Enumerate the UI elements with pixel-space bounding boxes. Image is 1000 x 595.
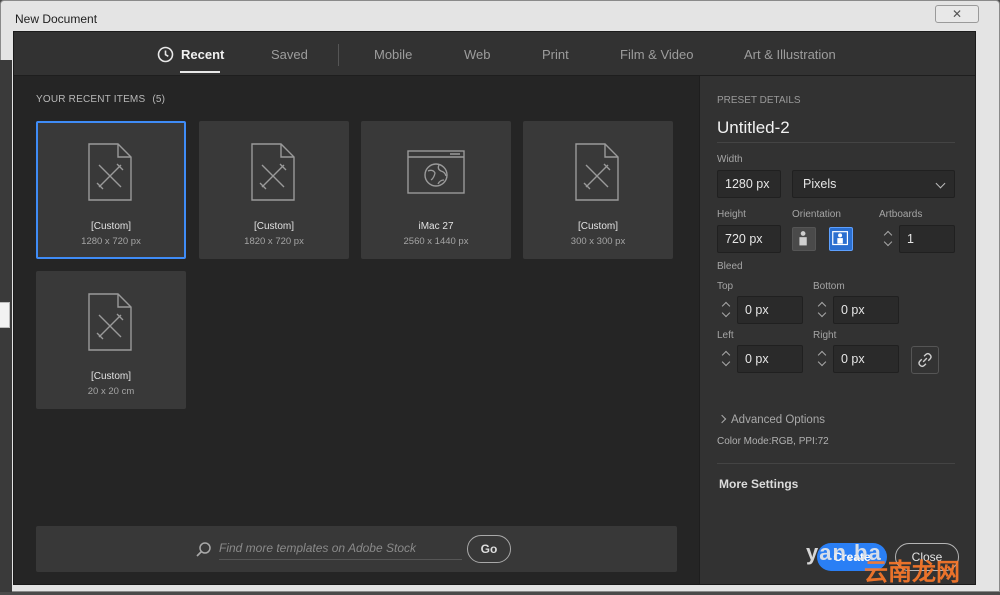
recent-item-name: [Custom]: [577, 221, 618, 232]
document-icon: [88, 293, 132, 351]
unit-select[interactable]: Pixels: [792, 170, 955, 198]
web-icon: [407, 150, 465, 194]
recent-item-size: 2560 x 1440 px: [403, 236, 469, 247]
recent-item[interactable]: [Custom] 1820 x 720 px: [199, 121, 349, 259]
bleed-left-label: Left: [717, 330, 734, 341]
bleed-bottom-stepper[interactable]: [815, 296, 831, 324]
recent-item[interactable]: [Custom] 1280 x 720 px: [36, 121, 186, 259]
recent-item[interactable]: [Custom] 300 x 300 px: [523, 121, 673, 259]
recent-item-size: 1280 x 720 px: [81, 236, 141, 247]
clock-icon: [157, 46, 174, 63]
recent-item-size: 1820 x 720 px: [244, 236, 304, 247]
bleed-label: Bleed: [717, 261, 743, 272]
tab-active-indicator: [180, 71, 220, 73]
tab-separator: [338, 44, 339, 66]
tab-film-video[interactable]: Film & Video: [620, 47, 693, 62]
recent-item-name: iMac 27: [418, 221, 454, 232]
window-title: New Document: [15, 12, 98, 26]
color-mode-info: Color Mode:RGB, PPI:72: [717, 436, 829, 447]
tab-print[interactable]: Print: [542, 47, 569, 62]
chevron-down-icon: [935, 178, 946, 189]
bleed-top-stepper[interactable]: [719, 296, 735, 324]
advanced-options-toggle[interactable]: Advanced Options: [717, 414, 825, 426]
advanced-options-label: Advanced Options: [731, 414, 825, 426]
document-icon: [251, 143, 295, 201]
artboards-label: Artboards: [879, 209, 923, 220]
recent-items-count: (5): [152, 94, 166, 105]
recent-items-heading: YOUR RECENT ITEMS (5): [36, 94, 165, 105]
recent-item-name: [Custom]: [253, 221, 294, 232]
recent-item[interactable]: [Custom] 20 x 20 cm: [36, 271, 186, 409]
portrait-orientation-button[interactable]: [792, 227, 816, 251]
chevron-right-icon: [717, 414, 727, 424]
category-tabs: Recent Saved Mobile Web Print Film & Vid…: [14, 32, 975, 76]
link-icon: [918, 352, 932, 368]
landscape-icon: [832, 231, 849, 246]
stock-search-input[interactable]: [219, 536, 462, 560]
width-field[interactable]: [717, 170, 781, 198]
bleed-right-stepper[interactable]: [815, 345, 831, 373]
artboards-stepper[interactable]: [881, 225, 897, 253]
chevron-down-icon: [721, 308, 731, 318]
document-icon: [575, 143, 619, 201]
tab-art-illustration[interactable]: Art & Illustration: [744, 47, 836, 62]
recent-item[interactable]: iMac 27 2560 x 1440 px: [361, 121, 511, 259]
document-icon: [88, 143, 132, 201]
height-label: Height: [717, 209, 746, 220]
new-document-dialog: Recent Saved Mobile Web Print Film & Vid…: [13, 31, 976, 585]
chevron-down-icon: [883, 237, 893, 247]
background-edge: [0, 60, 12, 592]
chevron-down-icon: [721, 357, 731, 367]
document-name-input[interactable]: [717, 118, 955, 143]
more-settings-button[interactable]: More Settings: [719, 477, 798, 491]
recent-items-title: YOUR RECENT ITEMS: [36, 94, 146, 105]
bleed-left-field[interactable]: [737, 345, 803, 373]
unit-select-value: Pixels: [803, 177, 837, 191]
chevron-down-icon: [817, 308, 827, 318]
landscape-orientation-button[interactable]: [829, 227, 853, 251]
bleed-right-field[interactable]: [833, 345, 899, 373]
recent-item-name: [Custom]: [90, 371, 131, 382]
recent-item-name: [Custom]: [90, 221, 131, 232]
width-label: Width: [717, 154, 743, 165]
go-button[interactable]: Go: [467, 535, 511, 563]
bleed-top-label: Top: [717, 281, 734, 292]
tab-saved[interactable]: Saved: [271, 47, 308, 62]
bleed-left-stepper[interactable]: [719, 345, 735, 373]
recent-item-size: 20 x 20 cm: [87, 386, 135, 397]
link-bleed-button[interactable]: [911, 346, 939, 374]
tab-mobile[interactable]: Mobile: [374, 47, 412, 62]
search-icon: [196, 542, 211, 557]
tab-web[interactable]: Web: [464, 47, 491, 62]
portrait-icon: [799, 231, 807, 246]
watermark-logo: 云南龙网: [864, 559, 960, 586]
panel-divider: [717, 463, 955, 464]
stock-search-bar: Go: [36, 526, 677, 572]
orientation-label: Orientation: [792, 209, 841, 220]
bleed-right-label: Right: [813, 330, 837, 341]
preset-details-heading: PRESET DETAILS: [717, 95, 801, 106]
chevron-down-icon: [817, 357, 827, 367]
close-icon: ✕: [951, 7, 963, 21]
window-close-button[interactable]: ✕: [935, 5, 979, 23]
title-bar: New Document ✕: [1, 1, 999, 33]
bleed-bottom-field[interactable]: [833, 296, 899, 324]
background-edge-mark: [0, 302, 10, 328]
bleed-bottom-label: Bottom: [813, 281, 845, 292]
height-field[interactable]: [717, 225, 781, 253]
tab-recent[interactable]: Recent: [181, 47, 224, 62]
preset-details-panel: PRESET DETAILS Width Pixels Height Orien…: [699, 76, 975, 584]
artboards-field[interactable]: [899, 225, 955, 253]
bleed-top-field[interactable]: [737, 296, 803, 324]
recent-item-size: 300 x 300 px: [570, 236, 626, 247]
